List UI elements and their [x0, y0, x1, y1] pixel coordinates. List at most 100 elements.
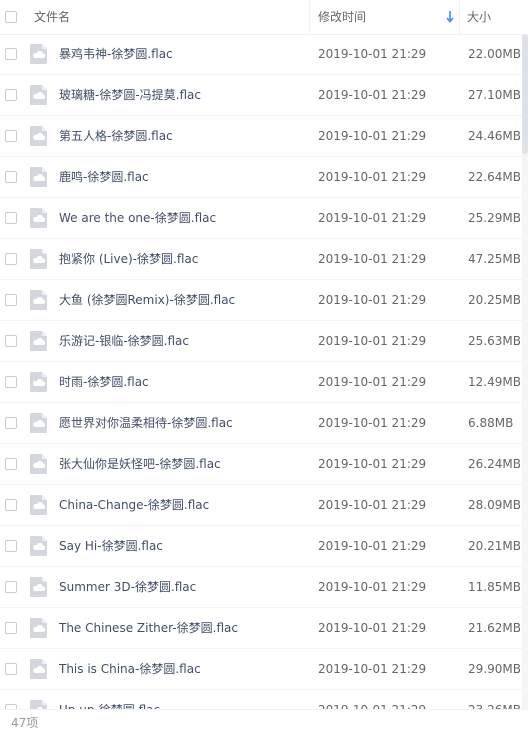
modified-time: 2019-10-01 21:29	[318, 88, 427, 102]
select-all-checkbox[interactable]	[5, 11, 17, 23]
modified-time: 2019-10-01 21:29	[318, 252, 427, 266]
file-name[interactable]: 第五人格-徐梦圆.flac	[59, 116, 173, 156]
row-checkbox[interactable]	[5, 663, 17, 675]
cloud-file-icon	[30, 536, 47, 556]
file-name[interactable]: China-Change-徐梦圆.flac	[59, 485, 209, 525]
file-name[interactable]: We are the one-徐梦圆.flac	[59, 198, 216, 238]
cloud-file-icon	[30, 495, 47, 515]
file-name[interactable]: 暴鸡韦神-徐梦圆.flac	[59, 34, 173, 74]
file-name[interactable]: 张大仙你是妖怪吧-徐梦圆.flac	[59, 444, 221, 484]
modified-time: 2019-10-01 21:29	[318, 416, 427, 430]
table-row[interactable]: 暴鸡韦神-徐梦圆.flac 2019-10-01 21:29 22.00MB	[0, 34, 528, 75]
table-row[interactable]: China-Change-徐梦圆.flac 2019-10-01 21:29 28.…	[0, 485, 528, 526]
modified-time: 2019-10-01 21:29	[318, 293, 427, 307]
cloud-file-icon	[30, 167, 47, 187]
table-row[interactable]: 大鱼 (徐梦圆Remix)-徐梦圆.flac 2019-10-01 21:29 20…	[0, 280, 528, 321]
file-name[interactable]: This is China-徐梦圆.flac	[59, 649, 201, 689]
cloud-file-icon	[30, 290, 47, 310]
row-checkbox[interactable]	[5, 417, 17, 429]
arrow-down-icon[interactable]	[446, 11, 454, 23]
file-size: 24.46MB	[468, 129, 521, 143]
row-checkbox[interactable]	[5, 335, 17, 347]
file-size: 20.21MB	[468, 539, 521, 553]
cloud-file-icon	[30, 372, 47, 392]
cloud-file-icon	[30, 208, 47, 228]
file-name[interactable]: The Chinese Zither-徐梦圆.flac	[59, 608, 238, 648]
cloud-file-icon	[30, 85, 47, 105]
file-name[interactable]: 时雨-徐梦圆.flac	[59, 362, 149, 402]
table-row[interactable]: 抱紧你 (Live)-徐梦圆.flac 2019-10-01 21:29 47.25…	[0, 239, 528, 280]
file-size: 22.64MB	[468, 170, 521, 184]
table-row[interactable]: 愿世界对你温柔相待-徐梦圆.flac 2019-10-01 21:29 6.88MB	[0, 403, 528, 444]
file-name[interactable]: 鹿鸣-徐梦圆.flac	[59, 157, 149, 197]
row-checkbox[interactable]	[5, 212, 17, 224]
file-name[interactable]: Summer 3D-徐梦圆.flac	[59, 567, 196, 607]
file-name[interactable]: 乐游记-银临-徐梦圆.flac	[59, 321, 189, 361]
modified-time: 2019-10-01 21:29	[318, 334, 427, 348]
row-checkbox[interactable]	[5, 48, 17, 60]
file-size: 47.25MB	[468, 252, 521, 266]
row-checkbox[interactable]	[5, 622, 17, 634]
file-size: 22.00MB	[468, 47, 521, 61]
modified-time: 2019-10-01 21:29	[318, 498, 427, 512]
column-divider[interactable]	[309, 0, 310, 34]
modified-time: 2019-10-01 21:29	[318, 457, 427, 471]
row-checkbox[interactable]	[5, 294, 17, 306]
row-checkbox[interactable]	[5, 499, 17, 511]
table-row[interactable]: This is China-徐梦圆.flac 2019-10-01 21:29 29…	[0, 649, 528, 690]
status-bar: 47项	[0, 709, 528, 734]
modified-time: 2019-10-01 21:29	[318, 621, 427, 635]
column-header-name[interactable]: 文件名	[34, 0, 70, 34]
column-header-modified-time[interactable]: 修改时间	[318, 0, 366, 34]
row-checkbox[interactable]	[5, 171, 17, 183]
modified-time: 2019-10-01 21:29	[318, 580, 427, 594]
item-count: 47项	[11, 716, 39, 730]
column-divider[interactable]	[459, 0, 460, 34]
table-row[interactable]: 时雨-徐梦圆.flac 2019-10-01 21:29 12.49MB	[0, 362, 528, 403]
row-checkbox[interactable]	[5, 540, 17, 552]
scrollbar-thumb[interactable]	[522, 34, 528, 154]
cloud-file-icon	[30, 454, 47, 474]
table-row[interactable]: 鹿鸣-徐梦圆.flac 2019-10-01 21:29 22.64MB	[0, 157, 528, 198]
table-row[interactable]: Say Hi-徐梦圆.flac 2019-10-01 21:29 20.21MB	[0, 526, 528, 567]
cloud-file-icon	[30, 413, 47, 433]
file-size: 25.63MB	[468, 334, 521, 348]
cloud-file-icon	[30, 618, 47, 638]
modified-time: 2019-10-01 21:29	[318, 129, 427, 143]
file-size: 12.49MB	[468, 375, 521, 389]
table-row[interactable]: Summer 3D-徐梦圆.flac 2019-10-01 21:29 11.85M…	[0, 567, 528, 608]
row-checkbox[interactable]	[5, 253, 17, 265]
table-row[interactable]: The Chinese Zither-徐梦圆.flac 2019-10-01 21…	[0, 608, 528, 649]
table-row[interactable]: 玻璃糖-徐梦圆-冯提莫.flac 2019-10-01 21:29 27.10MB	[0, 75, 528, 116]
cloud-file-icon	[30, 44, 47, 64]
file-size: 21.62MB	[468, 621, 521, 635]
file-name[interactable]: 玻璃糖-徐梦圆-冯提莫.flac	[59, 75, 201, 115]
file-size: 6.88MB	[468, 416, 514, 430]
row-checkbox[interactable]	[5, 376, 17, 388]
row-checkbox[interactable]	[5, 130, 17, 142]
vertical-scrollbar[interactable]	[522, 34, 528, 709]
file-size: 29.90MB	[468, 662, 521, 676]
file-size: 11.85MB	[468, 580, 521, 594]
row-checkbox[interactable]	[5, 581, 17, 593]
file-size: 26.24MB	[468, 457, 521, 471]
table-row[interactable]: 乐游记-银临-徐梦圆.flac 2019-10-01 21:29 25.63MB	[0, 321, 528, 362]
table-row[interactable]: We are the one-徐梦圆.flac 2019-10-01 21:29 2…	[0, 198, 528, 239]
file-name[interactable]: 抱紧你 (Live)-徐梦圆.flac	[59, 239, 198, 279]
column-header-size[interactable]: 大小	[467, 0, 491, 34]
row-checkbox[interactable]	[5, 89, 17, 101]
file-name[interactable]: 愿世界对你温柔相待-徐梦圆.flac	[59, 403, 233, 443]
table-row[interactable]: 张大仙你是妖怪吧-徐梦圆.flac 2019-10-01 21:29 26.24MB	[0, 444, 528, 485]
file-size: 20.25MB	[468, 293, 521, 307]
row-checkbox[interactable]	[5, 458, 17, 470]
table-row[interactable]: 第五人格-徐梦圆.flac 2019-10-01 21:29 24.46MB	[0, 116, 528, 157]
modified-time: 2019-10-01 21:29	[318, 170, 427, 184]
modified-time: 2019-10-01 21:29	[318, 662, 427, 676]
file-size: 27.10MB	[468, 88, 521, 102]
file-name[interactable]: Say Hi-徐梦圆.flac	[59, 526, 163, 566]
file-size: 25.29MB	[468, 211, 521, 225]
modified-time: 2019-10-01 21:29	[318, 539, 427, 553]
file-list: 暴鸡韦神-徐梦圆.flac 2019-10-01 21:29 22.00MB 玻璃糖-…	[0, 34, 528, 731]
file-list-header: 文件名 修改时间 大小	[0, 0, 528, 35]
file-name[interactable]: 大鱼 (徐梦圆Remix)-徐梦圆.flac	[59, 280, 235, 320]
